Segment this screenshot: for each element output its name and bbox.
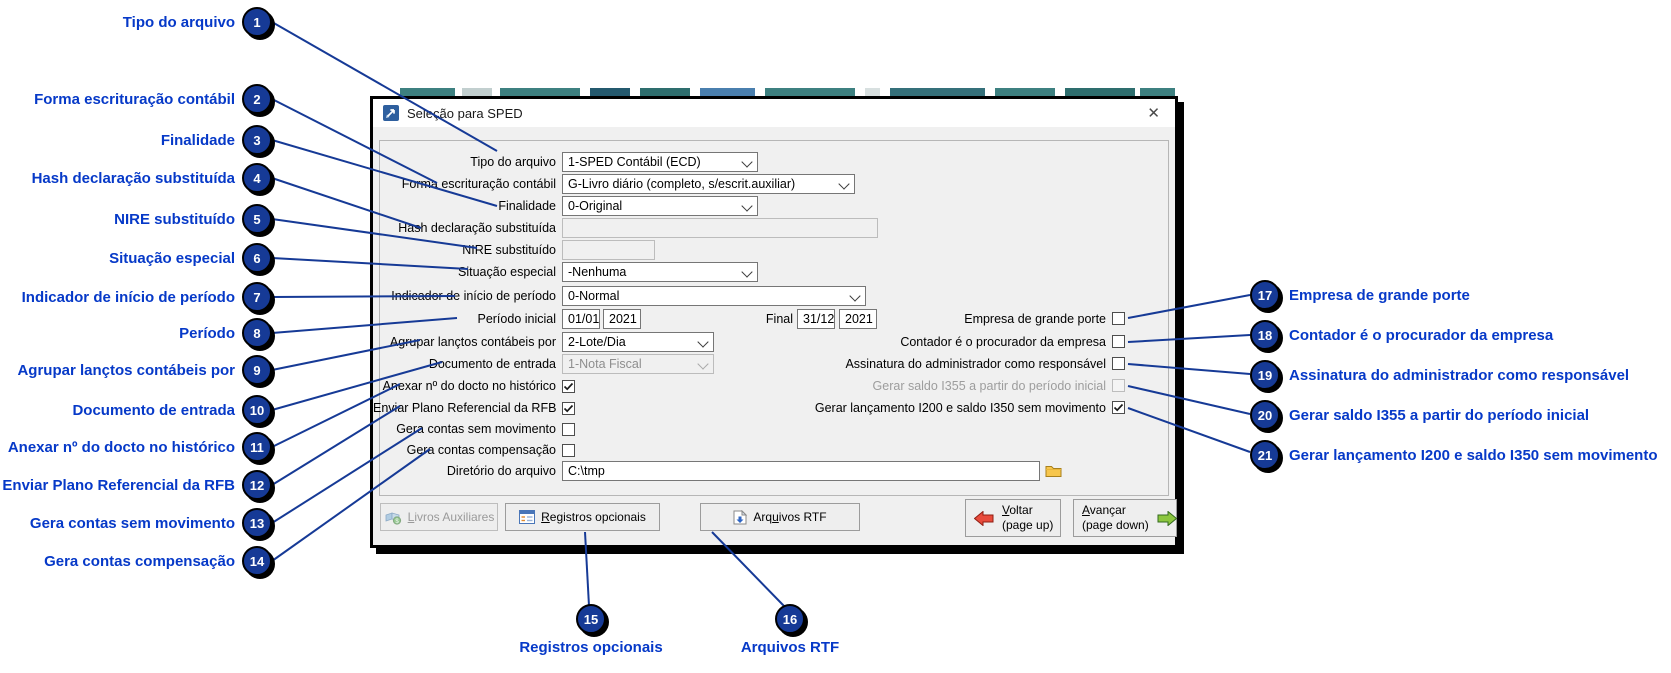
callout-1: Tipo do arquivo 1 — [0, 7, 272, 37]
finalidade-select[interactable]: 0-Original — [562, 196, 758, 216]
gera-sem-movimento-checkbox[interactable] — [562, 423, 575, 436]
periodo-inicial-label: Período inicial — [477, 312, 556, 326]
list-form-icon — [519, 510, 536, 524]
empresa-grande-porte-checkbox[interactable] — [1112, 312, 1125, 325]
registros-opcionais-button[interactable]: Registros opcionais — [505, 503, 660, 531]
chevron-down-icon — [849, 290, 861, 302]
documento-entrada-select: 1-Nota Fiscal — [562, 354, 714, 374]
documento-entrada-label: Documento de entrada — [428, 357, 556, 371]
gerar-saldo-i355-checkbox — [1112, 379, 1125, 392]
chevron-down-icon — [741, 266, 753, 278]
forma-escrituracao-select[interactable]: G-Livro diário (completo, s/escrit.auxil… — [562, 174, 855, 194]
gera-compensacao-checkbox[interactable] — [562, 444, 575, 457]
chevron-down-icon — [838, 178, 850, 190]
nire-input — [562, 240, 655, 260]
callout-5: NIRE substituído 5 — [0, 204, 272, 234]
enviar-plano-label: Enviar Plano Referencial da RFB — [373, 401, 557, 415]
arquivos-rtf-button[interactable]: Arquivos RTF — [700, 503, 860, 531]
periodo-inicial-data-input[interactable]: 01/01 — [562, 309, 600, 329]
gera-compensacao-label: Gera contas compensação — [406, 443, 556, 457]
gerar-lancamento-i200-label: Gerar lançamento I200 e saldo I350 sem m… — [814, 401, 1106, 415]
chevron-down-icon — [741, 200, 753, 212]
callout-16: 16 Arquivos RTF — [690, 604, 890, 656]
callout-6: Situação especial 6 — [0, 243, 272, 273]
callout-7: Indicador de início de período 7 — [0, 282, 272, 312]
annotated-screenshot: Seleção para SPED ✕ Tipo do arquivo 1-SP… — [0, 0, 1671, 673]
callout-10: Documento de entrada 10 — [0, 395, 272, 425]
agrupar-select[interactable]: 2-Lote/Dia — [562, 332, 714, 352]
agrupar-label: Agrupar lançtos contábeis por — [389, 335, 556, 349]
diretorio-input[interactable]: C:\tmp — [562, 461, 1040, 481]
app-icon — [383, 105, 399, 121]
callout-12: Enviar Plano Referencial da RFB 12 — [0, 470, 272, 500]
callout-17: 17 Empresa de grande porte — [1250, 280, 1470, 310]
livros-auxiliares-button: $ Livros Auxiliares — [380, 503, 498, 531]
dialog-title: Seleção para SPED — [407, 105, 523, 121]
assinatura-administrador-checkbox[interactable] — [1112, 357, 1125, 370]
empresa-grande-porte-label: Empresa de grande porte — [964, 312, 1106, 326]
hash-declaracao-label: Hash declaração substituída — [398, 221, 556, 235]
callout-8: Período 8 — [0, 318, 272, 348]
folder-icon[interactable] — [1045, 463, 1062, 483]
forma-escrituracao-label: Forma escrituração contábil — [401, 177, 556, 191]
callout-20: 20 Gerar saldo I355 a partir do período i… — [1250, 400, 1589, 430]
callout-15: 15 Registros opcionais — [491, 604, 691, 656]
callout-11: Anexar nº do docto no histórico 11 — [0, 432, 272, 462]
enviar-plano-checkbox[interactable] — [562, 402, 575, 415]
diretorio-label: Diretório do arquivo — [446, 464, 556, 478]
finalidade-label: Finalidade — [498, 199, 556, 213]
callout-3: Finalidade 3 — [0, 125, 272, 155]
red-left-arrow-icon — [974, 510, 994, 526]
green-right-arrow-icon — [1157, 510, 1177, 526]
callout-19: 19 Assinatura do administrador como respo… — [1250, 360, 1629, 390]
contador-procurador-label: Contador é o procurador da empresa — [900, 335, 1106, 349]
callout-9: Agrupar lançtos contábeis por 9 — [0, 355, 272, 385]
title-bar: Seleção para SPED ✕ — [373, 99, 1175, 127]
callout-4: Hash declaração substituída 4 — [0, 163, 272, 193]
nire-label: NIRE substituído — [462, 243, 556, 257]
indicador-inicio-select[interactable]: 0-Normal — [562, 286, 866, 306]
rtf-document-icon — [733, 509, 748, 525]
situacao-especial-select[interactable]: -Nenhuma — [562, 262, 758, 282]
sped-selection-dialog: Seleção para SPED ✕ Tipo do arquivo 1-SP… — [370, 96, 1178, 548]
callout-2: Forma escrituração contábil 2 — [0, 84, 272, 114]
contador-procurador-checkbox[interactable] — [1112, 335, 1125, 348]
avancar-button[interactable]: Avançar (page down) — [1073, 499, 1177, 537]
close-icon[interactable]: ✕ — [1142, 104, 1165, 123]
chevron-down-icon — [697, 358, 709, 370]
chevron-down-icon — [741, 156, 753, 168]
voltar-button[interactable]: Voltar (page up) — [965, 499, 1061, 537]
callout-14: Gera contas compensação 14 — [0, 546, 272, 576]
tipo-arquivo-select[interactable]: 1-SPED Contábil (ECD) — [562, 152, 758, 172]
tipo-arquivo-label: Tipo do arquivo — [470, 155, 556, 169]
periodo-final-label: Final — [765, 312, 793, 326]
hash-declaracao-input — [562, 218, 878, 238]
callout-13: Gera contas sem movimento 13 — [0, 508, 272, 538]
anexar-docto-label: Anexar nº do docto no histórico — [382, 379, 556, 393]
periodo-inicial-ano-input[interactable]: 2021 — [603, 309, 641, 329]
assinatura-administrador-label: Assinatura do administrador como respons… — [845, 357, 1106, 371]
situacao-especial-label: Situação especial — [458, 265, 556, 279]
gera-sem-movimento-label: Gera contas sem movimento — [396, 422, 556, 436]
indicador-inicio-label: Indicador de início de período — [391, 289, 556, 303]
gerar-lancamento-i200-checkbox[interactable] — [1112, 401, 1125, 414]
books-icon: $ — [384, 510, 402, 525]
callout-21: 21 Gerar lançamento I200 e saldo I350 sem… — [1250, 440, 1658, 470]
anexar-docto-checkbox[interactable] — [562, 380, 575, 393]
callout-18: 18 Contador é o procurador da empresa — [1250, 320, 1553, 350]
gerar-saldo-i355-label: Gerar saldo I355 a partir do período ini… — [872, 379, 1106, 393]
chevron-down-icon — [697, 336, 709, 348]
